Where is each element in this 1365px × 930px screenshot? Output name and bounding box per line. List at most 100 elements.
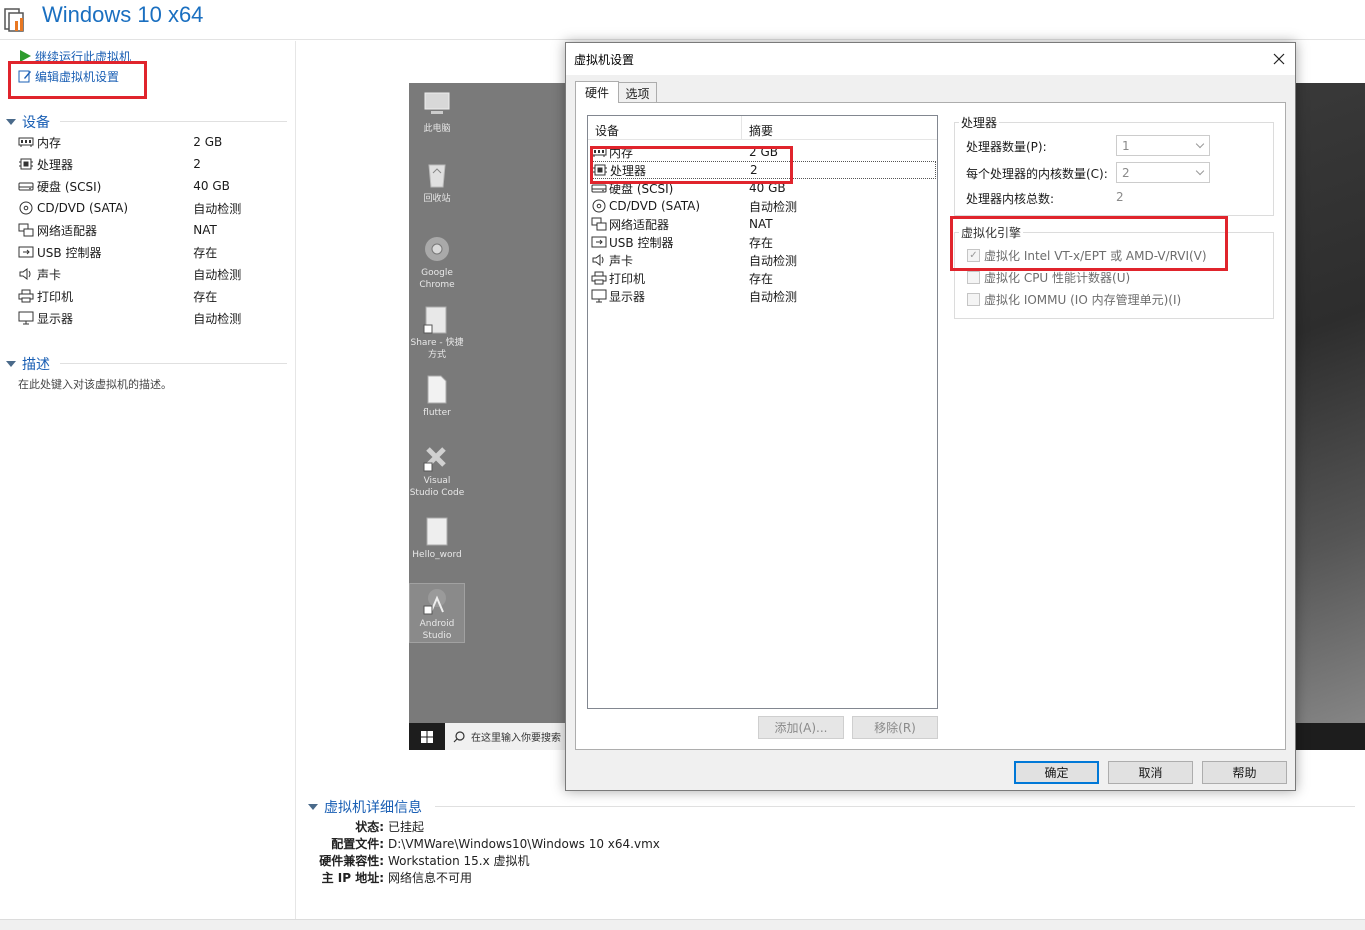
sidebar-device-item[interactable]: CD/DVD (SATA) 自动检测 xyxy=(18,198,278,218)
device-list-item[interactable]: 网络适配器 NAT xyxy=(591,215,936,233)
cores-per-processor-select[interactable]: 2 xyxy=(1116,162,1210,183)
chevron-down-icon xyxy=(1195,166,1205,176)
desktop-shortcut-label: Hello_word xyxy=(412,550,462,560)
vm-detail-key: 硬件兼容性: xyxy=(319,854,384,868)
virtualization-engine-title: 虚拟化引擎 xyxy=(959,224,1024,241)
sidebar-device-item[interactable]: 处理器 2 xyxy=(18,154,278,174)
desktop-shortcut[interactable]: Share - 快捷方式 xyxy=(409,303,465,361)
cd-dvd-icon xyxy=(591,199,607,213)
device-list-item[interactable]: 处理器 2 xyxy=(591,161,936,179)
vm-detail-key: 配置文件: xyxy=(331,837,384,851)
desktop-shortcut[interactable]: 此电脑 xyxy=(409,89,465,135)
device-list-item[interactable]: 内存 2 GB xyxy=(591,143,936,161)
device-name: 网络适配器 xyxy=(609,217,670,232)
tab-options[interactable]: 选项 xyxy=(618,82,657,103)
desktop-shortcut[interactable]: 回收站 xyxy=(409,159,465,205)
desktop-shortcut[interactable]: Android Studio xyxy=(409,583,465,643)
desktop-shortcut-label: Share - 快捷方式 xyxy=(410,338,464,360)
vm-details-title: 虚拟机详细信息 xyxy=(324,800,422,816)
virtualization-option-label: 虚拟化 IOMMU (IO 内存管理单元)(I) xyxy=(984,293,1182,307)
processor-count-value: 1 xyxy=(1122,138,1130,153)
virtualization-option[interactable]: ✓ 虚拟化 Intel VT-x/EPT 或 AMD-V/RVI(V) xyxy=(967,247,1207,264)
desktop-shortcut-label: 回收站 xyxy=(423,194,451,204)
windows-logo-icon xyxy=(421,730,433,743)
sidebar-device-item[interactable]: 内存 2 GB xyxy=(18,132,278,152)
search-icon xyxy=(453,730,465,742)
checkbox-checked-icon[interactable]: ✓ xyxy=(967,249,980,262)
device-summary: NAT xyxy=(749,217,773,231)
desktop-shortcut[interactable]: flutter xyxy=(409,373,465,419)
processor-count-select[interactable]: 1 xyxy=(1116,135,1210,156)
device-list[interactable]: 设备 摘要 内存 2 GB 处理器 2 硬盘 (SCSI) 40 GB CD/DVD (SA… xyxy=(587,115,938,709)
device-list-item[interactable]: USB 控制器 存在 xyxy=(591,233,936,251)
vm-detail-row: 主 IP 地址: 网络信息不可用 xyxy=(300,869,800,886)
dialog-title: 虚拟机设置 xyxy=(574,53,635,67)
cancel-button[interactable]: 取消 xyxy=(1108,761,1193,784)
checkbox-icon[interactable] xyxy=(967,293,980,306)
device-name: 硬盘 (SCSI) xyxy=(609,181,674,196)
vm-details-toggle[interactable]: 虚拟机详细信息 xyxy=(308,797,422,817)
start-button[interactable] xyxy=(409,723,445,750)
desktop-shortcut[interactable]: Visual Studio Code xyxy=(409,441,465,499)
desktop-shortcut-label: flutter xyxy=(423,408,451,418)
edit-vm-settings-link[interactable]: 编辑虚拟机设置 xyxy=(18,67,119,85)
section-divider xyxy=(435,806,1355,807)
device-value: 自动检测 xyxy=(193,311,242,326)
desktop-shortcut[interactable]: Hello_word xyxy=(409,515,465,561)
vm-summary-pane: 继续运行此虚拟机 编辑虚拟机设置 设备 内存 2 GB 处理器 2 硬盘 (SCSI) 4… xyxy=(0,41,296,919)
status-bar xyxy=(0,919,1365,930)
ok-button[interactable]: 确定 xyxy=(1014,761,1099,784)
total-cores-value: 2 xyxy=(1116,190,1124,204)
description-input[interactable]: 在此处键入对该虚拟机的描述。 xyxy=(18,376,172,392)
device-name: 内存 xyxy=(609,145,634,160)
display-icon xyxy=(591,289,607,303)
sidebar-device-item[interactable]: 打印机 存在 xyxy=(18,286,278,306)
column-header-summary[interactable]: 摘要 xyxy=(749,122,773,139)
resume-vm-link[interactable]: 继续运行此虚拟机 xyxy=(18,47,131,65)
app-header: Windows 10 x64 xyxy=(0,0,1365,40)
close-icon[interactable] xyxy=(1269,49,1289,69)
device-summary: 40 GB xyxy=(749,181,786,195)
device-list-item[interactable]: 声卡 自动检测 xyxy=(591,251,936,269)
device-list-item[interactable]: 显示器 自动检测 xyxy=(591,287,936,305)
devices-section-toggle[interactable]: 设备 xyxy=(6,112,50,132)
network-adapter-icon xyxy=(18,223,34,237)
dialog-titlebar: 虚拟机设置 xyxy=(566,43,1295,75)
device-summary: 自动检测 xyxy=(749,289,798,304)
sidebar-device-item[interactable]: 网络适配器 NAT xyxy=(18,220,278,240)
processor-group-title: 处理器 xyxy=(959,114,1000,131)
sidebar-device-item[interactable]: USB 控制器 存在 xyxy=(18,242,278,262)
sidebar-device-item[interactable]: 声卡 自动检测 xyxy=(18,264,278,284)
desktop-shortcut-label: Google Chrome xyxy=(419,268,455,290)
virtualization-option[interactable]: 虚拟化 CPU 性能计数器(U) xyxy=(967,269,1130,286)
usb-icon xyxy=(591,235,607,249)
tab-hardware[interactable]: 硬件 xyxy=(575,81,619,103)
virtualization-option[interactable]: 虚拟化 IOMMU (IO 内存管理单元)(I) xyxy=(967,291,1181,308)
checkbox-icon[interactable] xyxy=(967,271,980,284)
device-list-header: 设备 摘要 xyxy=(588,116,937,140)
device-list-item[interactable]: 硬盘 (SCSI) 40 GB xyxy=(591,179,936,197)
edit-settings-icon xyxy=(18,70,31,83)
device-name: 内存 xyxy=(37,135,62,150)
vm-detail-value: 已挂起 xyxy=(388,820,425,834)
device-value: 2 xyxy=(193,157,201,171)
section-divider xyxy=(60,363,287,364)
device-name: 网络适配器 xyxy=(37,223,98,238)
column-header-device[interactable]: 设备 xyxy=(595,122,619,139)
taskbar-search[interactable]: 在这里输入你要搜索 xyxy=(445,723,575,750)
cores-per-processor-value: 2 xyxy=(1122,165,1130,180)
add-device-button[interactable]: 添加(A)... xyxy=(758,716,844,739)
sound-card-icon xyxy=(591,253,607,267)
sidebar-device-item[interactable]: 硬盘 (SCSI) 40 GB xyxy=(18,176,278,196)
vm-logo-icon xyxy=(4,8,24,32)
remove-device-button[interactable]: 移除(R) xyxy=(852,716,938,739)
device-list-item[interactable]: 打印机 存在 xyxy=(591,269,936,287)
device-list-item[interactable]: CD/DVD (SATA) 自动检测 xyxy=(591,197,936,215)
vm-detail-row: 配置文件: D:\VMWare\Windows10\Windows 10 x64.… xyxy=(300,835,800,852)
sidebar-device-item[interactable]: 显示器 自动检测 xyxy=(18,308,278,328)
desktop-shortcut[interactable]: Google Chrome xyxy=(409,233,465,291)
device-name: 打印机 xyxy=(37,289,74,304)
help-button[interactable]: 帮助 xyxy=(1202,761,1287,784)
description-section-toggle[interactable]: 描述 xyxy=(6,354,50,374)
collapse-arrow-icon xyxy=(6,361,16,367)
